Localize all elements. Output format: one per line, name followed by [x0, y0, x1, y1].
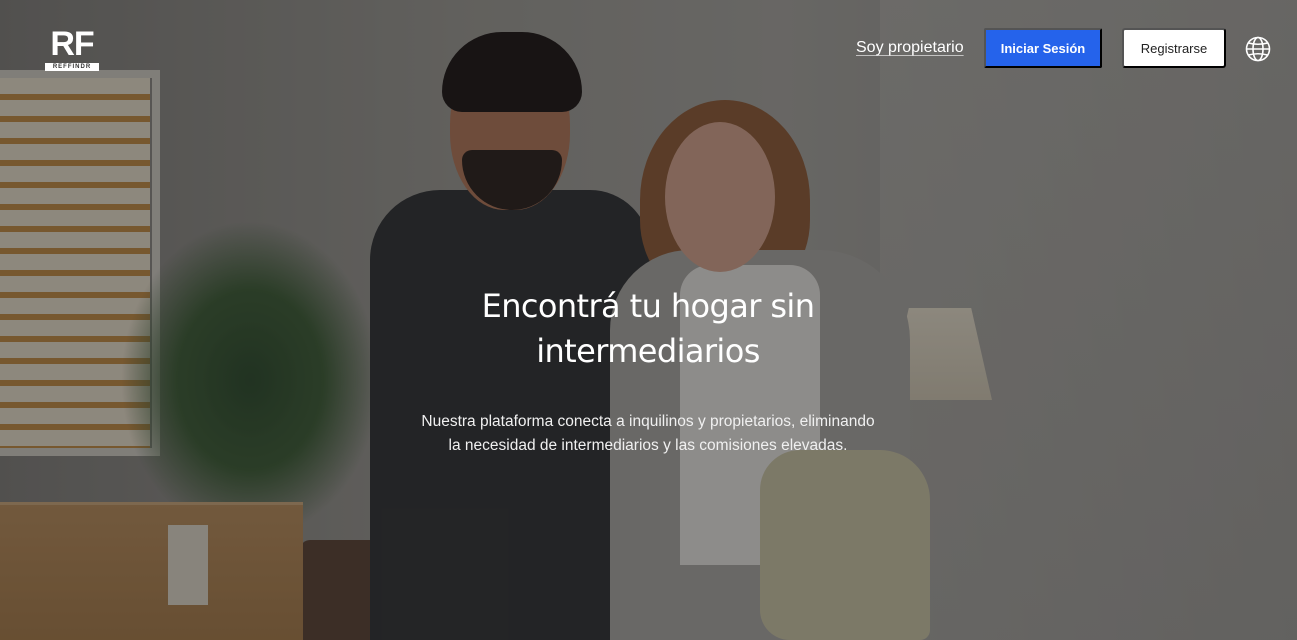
hero-subtitle: Nuestra plataforma conecta a inquilinos …: [400, 410, 896, 458]
logo[interactable]: RF REFFINDR: [45, 27, 99, 71]
hero-headline-line2: intermediarios: [536, 332, 760, 370]
globe-icon[interactable]: [1245, 36, 1271, 62]
login-button[interactable]: Iniciar Sesión: [984, 28, 1102, 68]
owner-link[interactable]: Soy propietario: [856, 38, 964, 58]
hero-headline: Encontrá tu hogar sin intermediarios: [398, 284, 898, 374]
logo-letters: RF: [50, 25, 94, 63]
hero-subtitle-line2: la necesidad de intermediarios y las com…: [448, 437, 848, 454]
logo-tagline: REFFINDR: [45, 63, 99, 71]
hero-subtitle-line1: Nuestra plataforma conecta a inquilinos …: [421, 413, 875, 430]
hero-headline-line1: Encontrá tu hogar sin: [481, 287, 815, 325]
register-button[interactable]: Registrarse: [1122, 28, 1226, 68]
